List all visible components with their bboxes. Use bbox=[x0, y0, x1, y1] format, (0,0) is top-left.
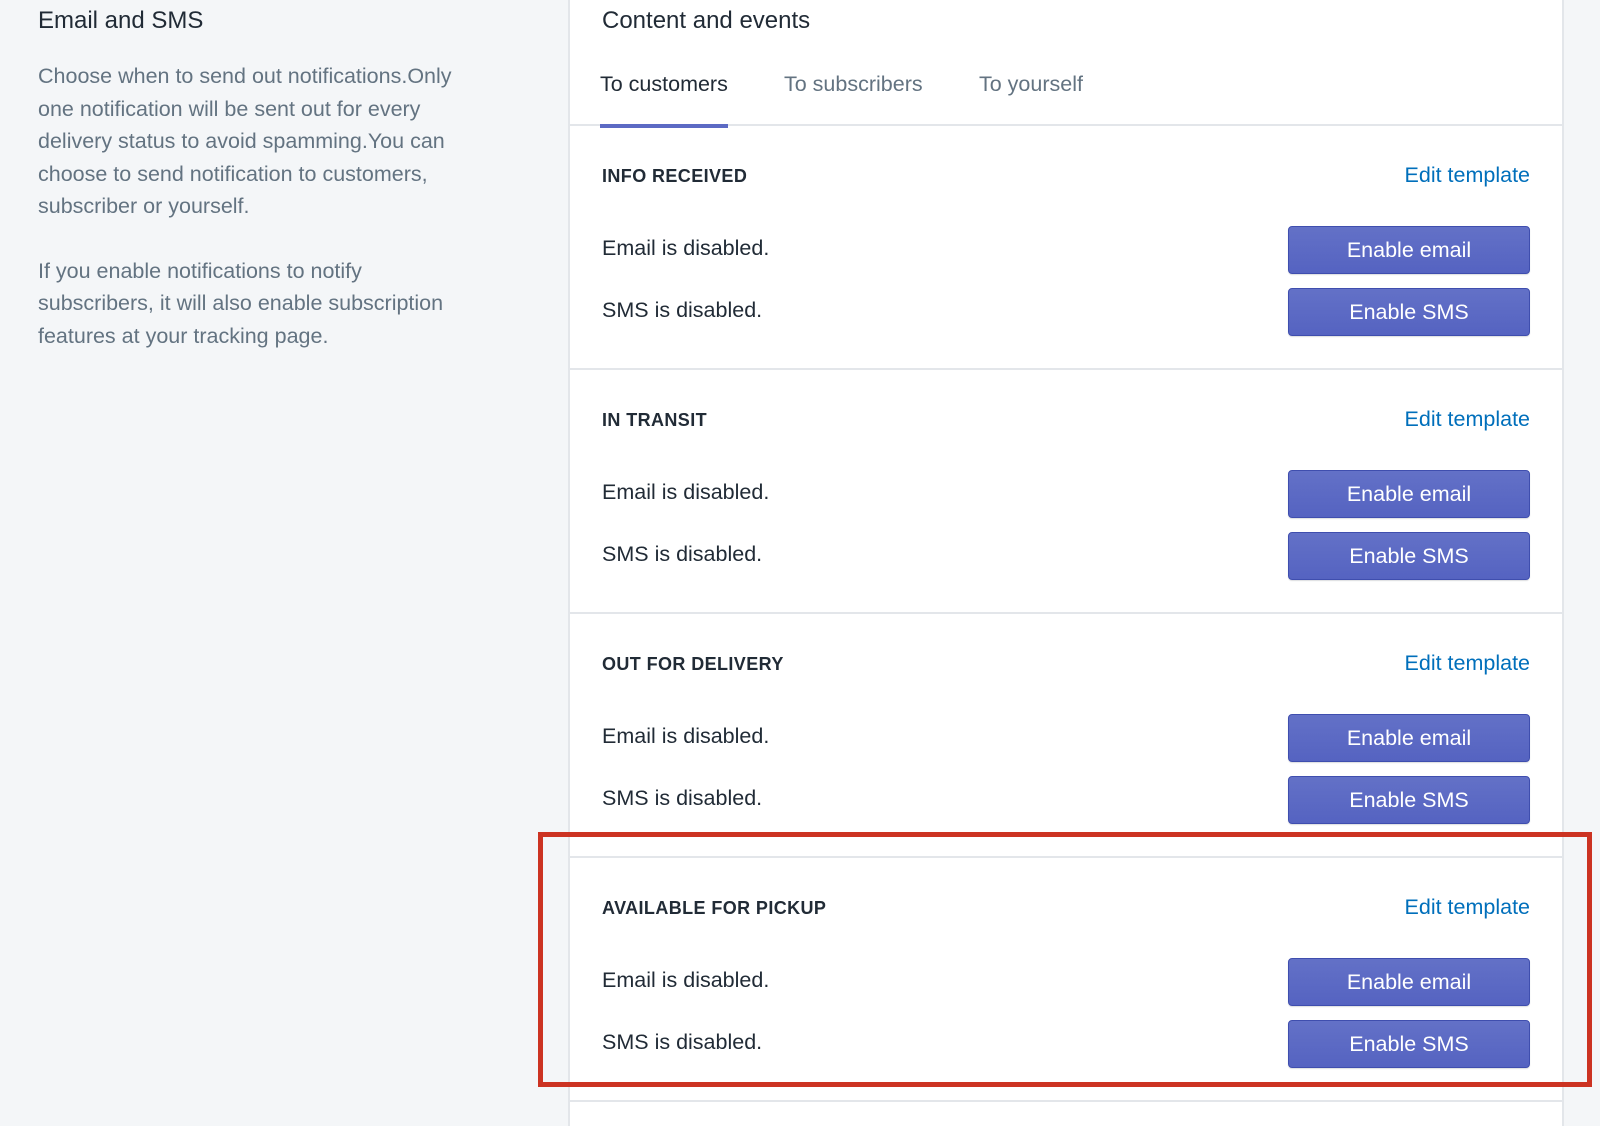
subscription-note: If you enable notifications to notify su… bbox=[38, 258, 444, 348]
event-title: IN TRANSIT bbox=[602, 410, 707, 430]
edit-template-link[interactable]: Edit template bbox=[1405, 651, 1530, 676]
edit-template-link[interactable]: Edit template bbox=[1405, 407, 1530, 432]
sms-status: SMS is disabled. bbox=[602, 298, 763, 322]
content-events-card: Content and events To customers To subsc… bbox=[568, 0, 1564, 1126]
recipient-tabs: To customers To subscribers To yourself bbox=[570, 64, 1562, 128]
tab-to-yourself[interactable]: To yourself bbox=[979, 69, 1083, 126]
enable-sms-button[interactable]: Enable SMS bbox=[1288, 776, 1530, 824]
enable-email-button[interactable]: Enable email bbox=[1288, 714, 1530, 762]
sms-status: SMS is disabled. bbox=[602, 1030, 763, 1054]
section-heading: Email and SMS bbox=[38, 7, 204, 34]
edit-template-link[interactable]: Edit template bbox=[1405, 163, 1530, 188]
tab-to-subscribers[interactable]: To subscribers bbox=[784, 69, 923, 126]
event-title: OUT FOR DELIVERY bbox=[602, 654, 784, 674]
enable-sms-button[interactable]: Enable SMS bbox=[1288, 1020, 1530, 1068]
event-section-in-transit: IN TRANSIT Edit template Email is disabl… bbox=[570, 370, 1562, 614]
event-title: AVAILABLE FOR PICKUP bbox=[602, 898, 827, 918]
email-status: Email is disabled. bbox=[602, 968, 770, 992]
event-section-available-for-pickup: AVAILABLE FOR PICKUP Edit template Email… bbox=[570, 858, 1562, 1102]
card-title: Content and events bbox=[602, 7, 811, 34]
enable-sms-button[interactable]: Enable SMS bbox=[1288, 288, 1530, 336]
event-section-out-for-delivery: OUT FOR DELIVERY Edit template Email is … bbox=[570, 614, 1562, 858]
sms-status: SMS is disabled. bbox=[602, 786, 763, 810]
event-title: INFO RECEIVED bbox=[602, 166, 748, 186]
tab-to-customers[interactable]: To customers bbox=[600, 69, 728, 128]
event-section-info-received: INFO RECEIVED Edit template Email is dis… bbox=[570, 126, 1562, 370]
description-text: Choose when to send out notifications.On… bbox=[38, 64, 452, 218]
email-status: Email is disabled. bbox=[602, 236, 770, 260]
email-sms-description-panel: Email and SMS Choose when to send out no… bbox=[38, 0, 478, 352]
email-status: Email is disabled. bbox=[602, 724, 770, 748]
enable-sms-button[interactable]: Enable SMS bbox=[1288, 532, 1530, 580]
sms-status: SMS is disabled. bbox=[602, 542, 763, 566]
enable-email-button[interactable]: Enable email bbox=[1288, 226, 1530, 274]
enable-email-button[interactable]: Enable email bbox=[1288, 958, 1530, 1006]
email-status: Email is disabled. bbox=[602, 480, 770, 504]
enable-email-button[interactable]: Enable email bbox=[1288, 470, 1530, 518]
edit-template-link[interactable]: Edit template bbox=[1405, 895, 1530, 920]
